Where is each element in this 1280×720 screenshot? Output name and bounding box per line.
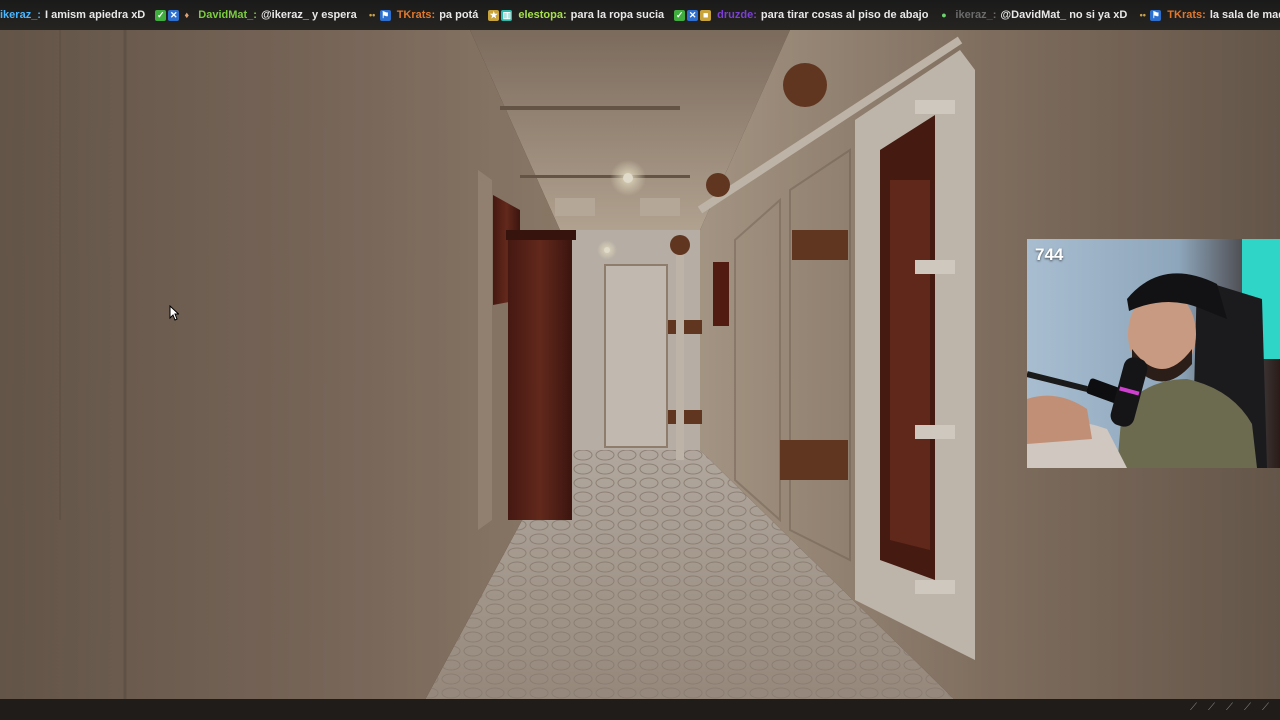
gift-badge-icon: ■ — [700, 9, 712, 21]
viewer-count: 744 — [1035, 245, 1064, 264]
logo-mark-icon: ⟋ — [1262, 702, 1269, 713]
webcam-feed — [1027, 239, 1280, 468]
chat-username[interactable]: TKrats: — [1167, 9, 1206, 21]
user-badges: •• ⚑ — [367, 9, 393, 21]
blue-badge-icon: ✕ — [687, 9, 699, 21]
chat-message: •• ⚑ TKrats: la sala de maquinas — [1137, 9, 1280, 21]
chat-text: @DavidMat_ no si ya xD — [1000, 9, 1128, 21]
dots-badge-icon: •• — [369, 9, 376, 20]
chat-ticker: ikeraz_: I amism apiedra xD ✓ ✕ ♦ DavidM… — [0, 0, 1280, 30]
dots-badge-icon: •• — [1139, 9, 1146, 20]
streamer-webcam: 744 — [1027, 239, 1280, 468]
chat-username[interactable]: druzde: — [717, 9, 757, 21]
user-badges: ✓ ✕ ♦ — [155, 9, 194, 21]
chat-message: ikeraz_: I amism apiedra xD — [0, 9, 145, 21]
chat-message: ● ikeraz_: @DavidMat_ no si ya xD — [938, 9, 1127, 21]
chat-message: ✓ ✕ ♦ DavidMat_: @ikeraz_ y espera — [155, 9, 357, 21]
chat-message: ★ ▥ elestopa: para la ropa sucia — [488, 9, 664, 21]
logo-mark-icon: ⟋ — [1208, 702, 1215, 713]
chat-text: I amism apiedra xD — [44, 9, 146, 21]
teal-badge-icon: ▥ — [501, 9, 513, 21]
chat-text: la sala de maquinas — [1209, 9, 1280, 21]
chat-message: ✓ ✕ ■ druzde: para tirar cosas al piso d… — [674, 9, 928, 21]
chat-username[interactable]: DavidMat_: — [198, 9, 257, 21]
mouse-cursor-icon — [169, 305, 179, 321]
logo-mark-icon: ⟋ — [1190, 702, 1197, 713]
user-badges: ★ ▥ — [488, 9, 514, 21]
logo-marks: ⟋ ⟋ ⟋ ⟋ ⟋ — [1190, 702, 1274, 716]
chat-message: •• ⚑ TKrats: pa potá — [367, 9, 479, 21]
gift-badge-icon: ★ — [488, 9, 500, 21]
green-check-badge-icon: ✓ — [674, 9, 686, 21]
chat-username[interactable]: ikeraz_: — [0, 9, 41, 21]
chat-username[interactable]: TKrats: — [397, 9, 436, 21]
logo-mark-icon: ⟋ — [1244, 702, 1251, 713]
green-check-badge-icon: ✓ — [155, 9, 167, 21]
flag-badge-icon: ⚑ — [1150, 9, 1162, 21]
flag-badge-icon: ⚑ — [379, 9, 391, 21]
drop-badge-icon: ♦ — [184, 9, 190, 20]
logo-mark-icon: ⟋ — [1226, 702, 1233, 713]
chat-text: para tirar cosas al piso de abajo — [760, 9, 929, 21]
chat-text: para la ropa sucia — [570, 9, 665, 21]
user-badges: •• ⚑ — [1137, 9, 1163, 21]
ball-badge-icon: ● — [941, 9, 947, 20]
chat-text: pa potá — [439, 9, 479, 21]
chat-username[interactable]: elestopa: — [518, 9, 566, 21]
blue-badge-icon: ✕ — [168, 9, 180, 21]
user-badges: ✓ ✕ ■ — [674, 9, 713, 21]
chat-text: @ikeraz_ y espera — [260, 9, 357, 21]
chat-username[interactable]: ikeraz_: — [955, 9, 996, 21]
bottom-bar: ⟋ ⟋ ⟋ ⟋ ⟋ — [0, 699, 1280, 720]
user-badges: ● — [938, 10, 951, 21]
